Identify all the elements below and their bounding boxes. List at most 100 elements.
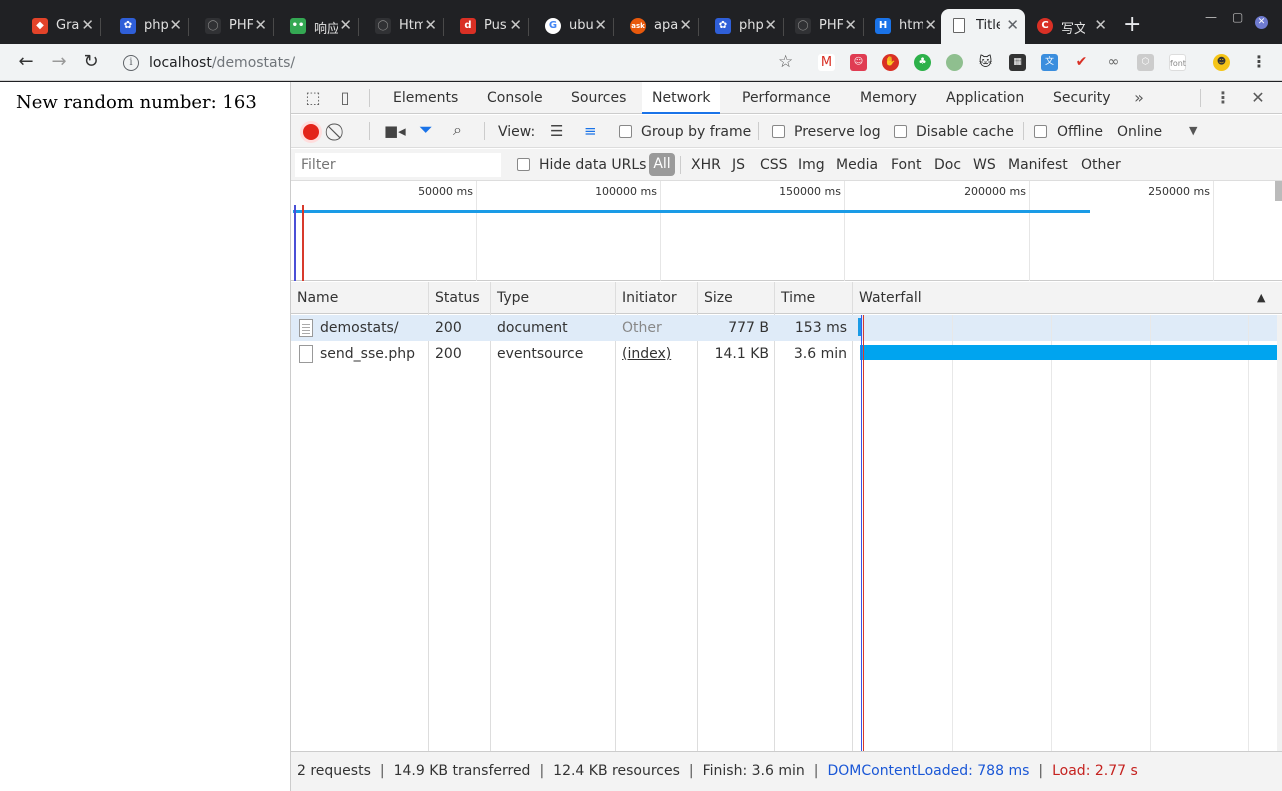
network-overview[interactable]: 50000 ms 100000 ms 150000 ms 200000 ms 2…	[291, 181, 1282, 281]
filter-type-other[interactable]: Other	[1081, 157, 1121, 173]
tab-elements[interactable]: Elements	[392, 82, 459, 114]
waterfall-view-icon[interactable]: ≡	[584, 122, 597, 140]
column-status[interactable]: Status	[429, 282, 480, 314]
infinity-icon[interactable]: ∞	[1105, 54, 1122, 71]
browser-tab[interactable]: C 写文 ✕	[1025, 9, 1113, 44]
extension-circle-icon[interactable]	[946, 54, 963, 71]
tab-network[interactable]: Network	[642, 82, 721, 114]
group-by-frame-checkbox[interactable]	[619, 125, 632, 138]
table-row[interactable]: demostats/ 200 document Other 777 B 153 …	[291, 315, 854, 341]
record-icon[interactable]	[303, 124, 319, 140]
close-icon[interactable]: ✕	[1094, 16, 1107, 34]
preserve-log-checkbox[interactable]	[772, 125, 785, 138]
more-tabs-icon[interactable]: »	[1129, 88, 1149, 108]
search-icon[interactable]: ⌕	[453, 120, 462, 140]
tab-memory[interactable]: Memory	[859, 82, 918, 114]
close-devtools-icon[interactable]: ✕	[1248, 88, 1268, 108]
window-close-icon[interactable]: ✕	[1255, 16, 1268, 29]
evernote-icon[interactable]: ♣	[914, 54, 931, 71]
forward-icon[interactable]: →	[47, 51, 71, 75]
shield-icon[interactable]: ⬡	[1137, 54, 1154, 71]
address-bar[interactable]: i localhost/demostats/	[115, 49, 805, 76]
waterfall-bar[interactable]	[860, 345, 1279, 360]
inspect-element-icon[interactable]: ⬚	[303, 88, 323, 108]
filter-type-js[interactable]: JS	[732, 157, 745, 173]
tab-security[interactable]: Security	[1052, 82, 1112, 114]
filter-type-media[interactable]: Media	[836, 157, 878, 173]
filter-type-ws[interactable]: WS	[973, 157, 996, 173]
close-icon[interactable]: ✕	[254, 16, 267, 34]
bookmark-star-icon[interactable]: ☆	[778, 52, 793, 72]
browser-tab-active[interactable]: Title ✕	[941, 9, 1025, 44]
filter-type-all[interactable]: All	[649, 153, 675, 176]
large-rows-icon[interactable]: ☰	[550, 122, 563, 140]
filter-input[interactable]	[295, 153, 501, 177]
column-name[interactable]: Name	[291, 282, 338, 314]
browser-tab[interactable]: d Pus ✕	[440, 9, 529, 44]
translate-icon[interactable]: 文	[1041, 54, 1058, 71]
overview-scrollbar[interactable]	[1275, 181, 1282, 201]
info-icon[interactable]: i	[123, 54, 139, 71]
font-icon[interactable]: font	[1169, 54, 1186, 71]
close-icon[interactable]: ✕	[679, 16, 692, 34]
avatar[interactable]: ☻	[1213, 54, 1230, 71]
checkmark-icon[interactable]: ✔	[1073, 54, 1090, 71]
browser-tab[interactable]: ◯ PHF ✕	[185, 9, 274, 44]
gmail-icon[interactable]: M	[818, 54, 835, 71]
browser-tab[interactable]: ◯ PHF ✕	[775, 9, 864, 44]
throttling-select[interactable]: Online	[1117, 124, 1162, 140]
browser-tab[interactable]: ask apa ✕	[610, 9, 699, 44]
filter-icon[interactable]: ⏷	[419, 120, 433, 140]
waterfall-scrollbar[interactable]	[1277, 315, 1282, 751]
hide-data-urls-checkbox[interactable]	[517, 158, 530, 171]
minimize-icon[interactable]: —	[1205, 10, 1217, 24]
close-icon[interactable]: ✕	[81, 16, 94, 34]
tab-console[interactable]: Console	[486, 82, 544, 114]
filter-type-doc[interactable]: Doc	[934, 157, 961, 173]
table-row[interactable]: send_sse.php 200 eventsource (index) 14.…	[291, 341, 854, 367]
browser-tab[interactable]: G ubu ✕	[525, 9, 614, 44]
browser-tab[interactable]: •• 响应 ✕	[270, 9, 359, 44]
column-initiator[interactable]: Initiator	[616, 282, 677, 314]
close-icon[interactable]: ✕	[1006, 16, 1019, 34]
browser-tab[interactable]: H htm ✕	[855, 9, 943, 44]
column-size[interactable]: Size	[698, 282, 733, 314]
filter-type-xhr[interactable]: XHR	[691, 157, 721, 173]
column-waterfall[interactable]: Waterfall	[853, 282, 922, 314]
request-initiator-link[interactable]: (index)	[616, 341, 671, 367]
close-icon[interactable]: ✕	[594, 16, 607, 34]
back-icon[interactable]: ←	[14, 51, 38, 75]
offline-checkbox[interactable]	[1034, 125, 1047, 138]
maximize-icon[interactable]: ▢	[1232, 10, 1243, 24]
column-time[interactable]: Time	[775, 282, 815, 314]
extension-icon[interactable]: ☺	[850, 54, 867, 71]
tampermonkey-icon[interactable]: 🐱	[977, 54, 994, 71]
chevron-down-icon[interactable]: ▼	[1189, 124, 1197, 137]
tab-application[interactable]: Application	[945, 82, 1025, 114]
close-icon[interactable]: ✕	[424, 16, 437, 34]
devtools-menu-icon[interactable]: ⋮	[1213, 88, 1233, 108]
filter-type-img[interactable]: Img	[798, 157, 825, 173]
adblock-icon[interactable]: ✋	[882, 54, 899, 71]
browser-tab[interactable]: ✿ php ✕	[100, 9, 189, 44]
browser-tab[interactable]: ◯ Htm ✕	[355, 9, 444, 44]
filter-type-css[interactable]: CSS	[760, 157, 788, 173]
tab-performance[interactable]: Performance	[741, 82, 832, 114]
sort-ascending-icon[interactable]: ▲	[1251, 282, 1265, 314]
disable-cache-checkbox[interactable]	[894, 125, 907, 138]
menu-icon[interactable]: ⋮	[1251, 52, 1267, 71]
browser-tab[interactable]: ✿ php ✕	[695, 9, 784, 44]
close-icon[interactable]: ✕	[339, 16, 352, 34]
close-icon[interactable]: ✕	[169, 16, 182, 34]
device-toolbar-icon[interactable]: ▯	[335, 88, 355, 108]
close-icon[interactable]: ✕	[924, 16, 937, 34]
qrcode-icon[interactable]: ▦	[1009, 54, 1026, 71]
reload-icon[interactable]: ↻	[79, 51, 103, 75]
column-type[interactable]: Type	[491, 282, 529, 314]
tab-sources[interactable]: Sources	[570, 82, 627, 114]
capture-screenshots-icon[interactable]: ■◂	[384, 122, 406, 140]
browser-tab[interactable]: ◆ Gra ✕	[12, 9, 101, 44]
filter-type-font[interactable]: Font	[891, 157, 921, 173]
close-icon[interactable]: ✕	[509, 16, 522, 34]
filter-type-manifest[interactable]: Manifest	[1008, 157, 1068, 173]
